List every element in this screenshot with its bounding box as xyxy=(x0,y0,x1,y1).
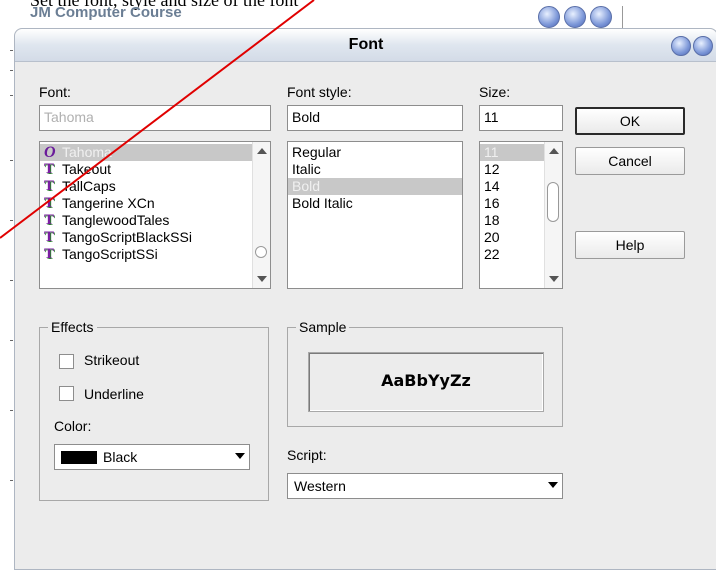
scroll-thumb[interactable] xyxy=(547,182,559,222)
size-list-scrollbar[interactable] xyxy=(544,142,562,288)
font-list-item[interactable]: T TangoScriptBlackSSi xyxy=(40,229,270,246)
scroll-thumb[interactable] xyxy=(255,246,267,258)
maximize-icon[interactable] xyxy=(564,6,586,28)
close-circle-icon[interactable] xyxy=(693,36,713,56)
font-style-label: Font style: xyxy=(287,84,352,100)
script-label: Script: xyxy=(287,447,327,463)
chevron-down-icon[interactable] xyxy=(235,453,245,459)
scroll-down-icon[interactable] xyxy=(549,276,559,282)
font-list-item-label: TangoScriptSSi xyxy=(62,246,158,262)
font-style-input[interactable]: Bold xyxy=(287,105,463,131)
font-style-list-item[interactable]: Bold Italic xyxy=(288,195,462,212)
minimize-icon[interactable] xyxy=(538,6,560,28)
font-list-item[interactable]: T Tangerine XCn xyxy=(40,195,270,212)
color-swatch xyxy=(61,451,97,464)
size-label: Size: xyxy=(479,84,511,100)
truetype-icon: T xyxy=(44,229,55,245)
size-list[interactable]: 11 12 14 16 18 20 22 xyxy=(479,141,563,289)
font-list-item[interactable]: T TangoScriptSSi xyxy=(40,246,270,263)
font-list-item[interactable]: T TanglewoodTales xyxy=(40,212,270,229)
font-list-scrollbar[interactable] xyxy=(252,142,270,288)
opentype-icon: O xyxy=(44,144,56,161)
chevron-down-icon[interactable] xyxy=(548,482,558,488)
underline-label: Underline xyxy=(84,386,144,402)
cancel-button[interactable]: Cancel xyxy=(575,147,685,175)
scroll-down-icon[interactable] xyxy=(257,276,267,282)
sample-label: Sample xyxy=(296,319,350,335)
dialog-titlebar[interactable]: Font xyxy=(15,29,716,62)
font-list-item-label: TanglewoodTales xyxy=(62,212,170,228)
size-input[interactable]: 11 xyxy=(479,105,563,131)
help-circle-icon[interactable] xyxy=(671,36,691,56)
effects-label: Effects xyxy=(48,319,97,335)
sample-text: AaBbYyZz xyxy=(381,371,471,390)
truetype-icon: T xyxy=(44,178,55,194)
strikeout-checkbox[interactable] xyxy=(59,354,74,369)
close-icon[interactable] xyxy=(590,6,612,28)
script-select[interactable]: Western xyxy=(287,473,563,499)
background-window-buttons xyxy=(538,6,623,28)
help-button[interactable]: Help xyxy=(575,231,685,259)
color-label: Color: xyxy=(54,418,92,434)
color-select[interactable]: Black xyxy=(54,444,250,470)
ok-button[interactable]: OK xyxy=(575,107,685,135)
truetype-icon: T xyxy=(44,161,55,177)
truetype-icon: T xyxy=(44,212,55,228)
truetype-icon: T xyxy=(44,195,55,211)
font-list-item-label: Tangerine XCn xyxy=(62,195,155,211)
font-list-item-label: Tahoma xyxy=(62,144,112,160)
font-style-list-item[interactable]: Regular xyxy=(288,144,462,161)
font-name-input[interactable]: Tahoma xyxy=(39,105,271,131)
font-list-item[interactable]: O Tahoma xyxy=(40,144,270,161)
strikeout-label: Strikeout xyxy=(84,352,140,368)
font-list-item-label: Takeout xyxy=(62,161,112,177)
script-value: Western xyxy=(294,478,346,494)
background-window-title: JM Computer Course xyxy=(30,4,182,21)
color-value: Black xyxy=(103,449,138,465)
underline-checkbox[interactable] xyxy=(59,386,74,401)
separator xyxy=(622,6,623,28)
truetype-icon: T xyxy=(44,246,55,262)
dialog-title: Font xyxy=(348,36,384,53)
font-style-list[interactable]: Regular Italic Bold Bold Italic xyxy=(287,141,463,289)
scroll-up-icon[interactable] xyxy=(257,148,267,154)
font-list-item-label: TangoScriptBlackSSi xyxy=(62,229,192,245)
font-list-item[interactable]: T TallCaps xyxy=(40,178,270,195)
scroll-up-icon[interactable] xyxy=(549,148,559,154)
effects-group: Effects Strikeout Underline Color: Black xyxy=(39,319,269,501)
font-list-item[interactable]: T Takeout xyxy=(40,161,270,178)
font-label: Font: xyxy=(39,84,71,100)
sample-group: Sample AaBbYyZz xyxy=(287,319,563,427)
font-list[interactable]: O Tahoma T Takeout T TallCaps T Tangerine XCn T T… xyxy=(39,141,271,289)
font-style-list-item[interactable]: Italic xyxy=(288,161,462,178)
font-dialog: Font Font: Tahoma O Tahoma T Takeout T TallCa… xyxy=(14,28,716,570)
font-style-list-item[interactable]: Bold xyxy=(288,178,462,195)
font-list-item-label: TallCaps xyxy=(62,178,116,194)
sample-preview: AaBbYyZz xyxy=(308,352,544,412)
